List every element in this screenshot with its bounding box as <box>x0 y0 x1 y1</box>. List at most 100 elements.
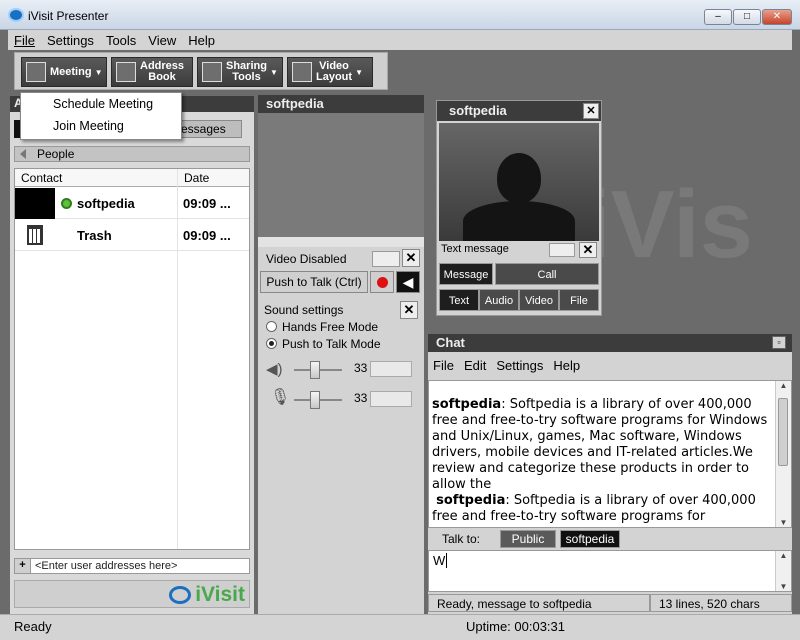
tab-messages[interactable]: essages <box>174 120 242 138</box>
contacts-panel: A essages People Contact Date softpedia … <box>10 96 254 614</box>
scroll-down-icon[interactable]: ▼ <box>776 582 791 591</box>
app-icon <box>8 8 24 22</box>
people-bar[interactable]: People <box>14 146 250 162</box>
people-label: People <box>37 147 75 161</box>
speaker-volume-thumb[interactable] <box>309 361 320 379</box>
menu-file[interactable]: File <box>8 30 41 51</box>
push-to-talk-row: Push to Talk (Ctrl) ◀ <box>260 271 422 293</box>
chat-menu-bar: File Edit Settings Help <box>428 356 585 375</box>
silhouette-head <box>497 153 541 203</box>
video-disabled-row: Video Disabled ✕ <box>260 249 422 269</box>
tab-file[interactable]: File <box>559 289 599 311</box>
video-toggle[interactable] <box>372 251 400 267</box>
chat-menu-edit[interactable]: Edit <box>459 356 491 375</box>
self-video-area <box>258 113 424 237</box>
minimize-button[interactable]: – <box>704 9 732 25</box>
sound-tools-icon[interactable]: ✕ <box>400 301 418 319</box>
call-button[interactable]: Call <box>495 263 599 285</box>
talk-to-softpedia[interactable]: softpedia <box>560 530 620 548</box>
menu-help[interactable]: Help <box>182 30 221 51</box>
menu-settings[interactable]: Settings <box>41 30 100 51</box>
address-book-label-2: Book <box>148 71 176 83</box>
column-contact[interactable]: Contact <box>15 169 178 187</box>
tab-audio[interactable]: Audio <box>479 289 519 311</box>
video-layout-button[interactable]: Video Layout ▼ <box>287 57 373 87</box>
address-book-button[interactable]: Address Book <box>111 57 193 87</box>
contact-row[interactable]: Trash 09:09 ... <box>15 220 249 251</box>
close-icon[interactable]: ✕ <box>583 103 599 119</box>
tab-text[interactable]: Text <box>439 289 479 311</box>
talk-to-public[interactable]: Public <box>500 530 556 548</box>
contact-name: Trash <box>77 228 112 243</box>
speaker-icon[interactable]: ◀ <box>396 271 420 293</box>
menu-view[interactable]: View <box>142 30 182 51</box>
logo-box: iVisit <box>14 580 250 608</box>
record-icon <box>377 277 388 288</box>
chat-status-right: 13 lines, 520 chars <box>650 594 792 612</box>
talk-to-label: Talk to: <box>442 532 481 546</box>
toolbar: Meeting ▼ Address Book Sharing Tools ▼ Vid… <box>14 52 388 90</box>
sharing-tools-button[interactable]: Sharing Tools ▼ <box>197 57 283 87</box>
sharing-tools-label-2: Tools <box>232 71 261 83</box>
text-tools-icon[interactable]: ✕ <box>579 242 597 258</box>
menu-item-join-meeting[interactable]: Join Meeting <box>21 115 181 137</box>
scroll-down-icon[interactable]: ▼ <box>776 518 791 527</box>
title-bar: iVisit Presenter – □ ✕ <box>0 0 800 30</box>
back-arrow-icon[interactable] <box>20 149 26 159</box>
contact-date: 09:09 ... <box>183 196 231 211</box>
pin-icon[interactable]: ▫ <box>772 336 786 349</box>
mic-volume-thumb[interactable] <box>309 391 320 409</box>
text-message-toggle[interactable] <box>549 243 575 257</box>
menu-bar: File Settings Tools View Help <box>8 30 792 50</box>
chat-menu-file[interactable]: File <box>428 356 459 375</box>
menu-tools[interactable]: Tools <box>100 30 142 51</box>
chat-menu-settings[interactable]: Settings <box>491 356 548 375</box>
online-status-icon <box>61 198 72 209</box>
scroll-up-icon[interactable]: ▲ <box>776 551 791 560</box>
column-date[interactable]: Date <box>178 169 249 187</box>
text-message-label: Text message <box>441 243 509 255</box>
menu-item-schedule-meeting[interactable]: Schedule Meeting <box>21 93 181 115</box>
push-to-talk-option[interactable]: Push to Talk Mode <box>266 337 381 351</box>
tools-icon[interactable]: ✕ <box>402 249 420 267</box>
contact-name: softpedia <box>77 196 135 211</box>
chat-input-scrollbar[interactable]: ▲ ▼ <box>775 551 791 591</box>
address-input[interactable]: + <Enter user addresses here> <box>14 558 250 574</box>
address-book-icon <box>116 62 136 82</box>
maximize-button[interactable]: □ <box>733 9 761 25</box>
contact-list: Contact Date softpedia 09:09 ... Trash 0… <box>14 168 250 550</box>
hands-free-option[interactable]: Hands Free Mode <box>266 320 378 334</box>
chat-title: Chat <box>428 334 792 352</box>
ivisit-logo: iVisit <box>195 583 245 606</box>
contact-date: 09:09 ... <box>183 228 231 243</box>
remote-video-feed <box>439 123 599 241</box>
tab-video[interactable]: Video <box>519 289 559 311</box>
scroll-up-icon[interactable]: ▲ <box>776 381 791 390</box>
avatar <box>15 188 55 219</box>
message-button[interactable]: Message <box>439 263 493 285</box>
speaker-volume-icon: ◀) <box>266 361 283 378</box>
contact-row[interactable]: softpedia 09:09 ... <box>15 188 249 219</box>
add-icon[interactable]: + <box>15 559 31 573</box>
chat-menu-help[interactable]: Help <box>548 356 585 375</box>
chat-input[interactable]: W <box>428 550 792 592</box>
chat-message: softpedia: Softpedia is a library of ove… <box>432 397 773 493</box>
radio-hands-free[interactable] <box>266 321 277 332</box>
address-placeholder: <Enter user addresses here> <box>35 560 178 572</box>
ivisit-logo-icon <box>169 586 191 604</box>
chat-log-scrollbar[interactable]: ▲ ▼ <box>775 381 791 527</box>
watermark: iVis <box>584 171 754 278</box>
chat-sender: softpedia <box>432 397 502 412</box>
radio-push-to-talk[interactable] <box>266 338 277 349</box>
push-to-talk-button[interactable]: Push to Talk (Ctrl) <box>260 271 368 293</box>
sharing-icon <box>202 62 222 82</box>
chat-log-scroll-thumb[interactable] <box>778 398 788 466</box>
close-button[interactable]: ✕ <box>762 9 792 25</box>
speaker-volume-value: 33 <box>354 361 368 375</box>
speaker-volume-box <box>370 361 412 377</box>
self-video-title: softpedia <box>258 95 424 113</box>
video-disabled-label: Video Disabled <box>266 252 347 266</box>
record-button[interactable] <box>370 271 394 293</box>
status-text: Ready <box>14 619 52 634</box>
meeting-button[interactable]: Meeting ▼ <box>21 57 107 87</box>
